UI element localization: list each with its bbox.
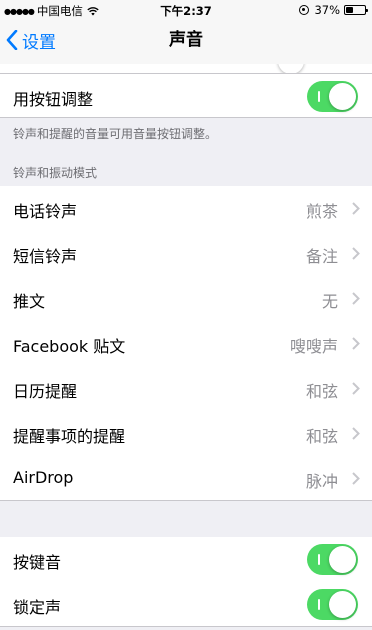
volume-slider-knob[interactable] — [278, 64, 304, 73]
toggle-on-mark — [318, 599, 320, 610]
lock-sound-toggle[interactable] — [307, 589, 358, 620]
chevron-right-icon — [352, 202, 360, 215]
sound-row-tweet[interactable]: 推文 无 — [0, 276, 372, 321]
sound-row-value: 和弦 — [305, 427, 338, 446]
volume-slider-row — [0, 64, 372, 74]
battery-percent: 37% — [314, 3, 340, 17]
sound-row-value: 和弦 — [305, 382, 338, 401]
chevron-right-icon — [352, 427, 360, 440]
sound-row-value: 脉冲 — [305, 472, 338, 491]
chevron-right-icon — [352, 247, 360, 260]
keyboard-clicks-row: 按键音 — [0, 537, 372, 582]
keyboard-clicks-toggle[interactable] — [307, 544, 358, 575]
chevron-right-icon — [352, 472, 360, 485]
sound-row-reminder-alerts[interactable]: 提醒事项的提醒 和弦 — [0, 411, 372, 456]
sound-row-airdrop[interactable]: AirDrop 脉冲 — [0, 456, 372, 501]
sound-row-label: 日历提醒 — [13, 382, 78, 401]
chevron-right-icon — [352, 292, 360, 305]
lock-sound-label: 锁定声 — [13, 598, 62, 617]
change-with-buttons-toggle[interactable] — [307, 81, 358, 112]
sound-row-calendar-alerts[interactable]: 日历提醒 和弦 — [0, 366, 372, 411]
sound-row-label: Facebook 贴文 — [13, 337, 126, 356]
navigation-bar: 设置 声音 — [0, 20, 372, 64]
sound-row-label: 短信铃声 — [13, 247, 78, 266]
sound-row-value: 煎茶 — [305, 202, 338, 221]
sound-row-facebook-post[interactable]: Facebook 贴文 嗖嗖声 — [0, 321, 372, 366]
sound-row-label: AirDrop — [13, 468, 74, 487]
page-title: 声音 — [169, 30, 203, 50]
status-bar: ●●●●● 中国电信 下午2:37 37% — [0, 0, 372, 20]
patterns-section-header: 铃声和振动模式 — [13, 166, 98, 180]
change-with-buttons-row: 用按钮调整 — [0, 74, 372, 118]
orientation-lock-icon — [299, 5, 310, 15]
lock-sound-row: 锁定声 — [0, 582, 372, 627]
battery-icon — [344, 5, 368, 15]
ringer-footer-note: 铃声和提醒的音量可用音量按钮调整。 — [13, 127, 218, 141]
sound-row-ringtone[interactable]: 电话铃声 煎茶 — [0, 186, 372, 231]
sound-row-label: 电话铃声 — [13, 202, 78, 221]
toggle-on-mark — [318, 91, 320, 102]
toggle-on-mark — [318, 554, 320, 565]
sound-row-value: 无 — [321, 292, 338, 311]
sound-row-value: 备注 — [305, 247, 338, 266]
change-with-buttons-label: 用按钮调整 — [13, 90, 94, 109]
sound-row-label: 提醒事项的提醒 — [13, 427, 126, 446]
toggle-knob — [329, 83, 356, 110]
sound-row-label: 推文 — [13, 292, 46, 311]
keyboard-clicks-label: 按键音 — [13, 553, 62, 572]
sound-row-value: 嗖嗖声 — [289, 337, 338, 356]
chevron-right-icon — [352, 337, 360, 350]
chevron-right-icon — [352, 382, 360, 395]
toggle-knob — [329, 591, 356, 618]
sound-row-text-tone[interactable]: 短信铃声 备注 — [0, 231, 372, 276]
toggle-knob — [329, 546, 356, 573]
